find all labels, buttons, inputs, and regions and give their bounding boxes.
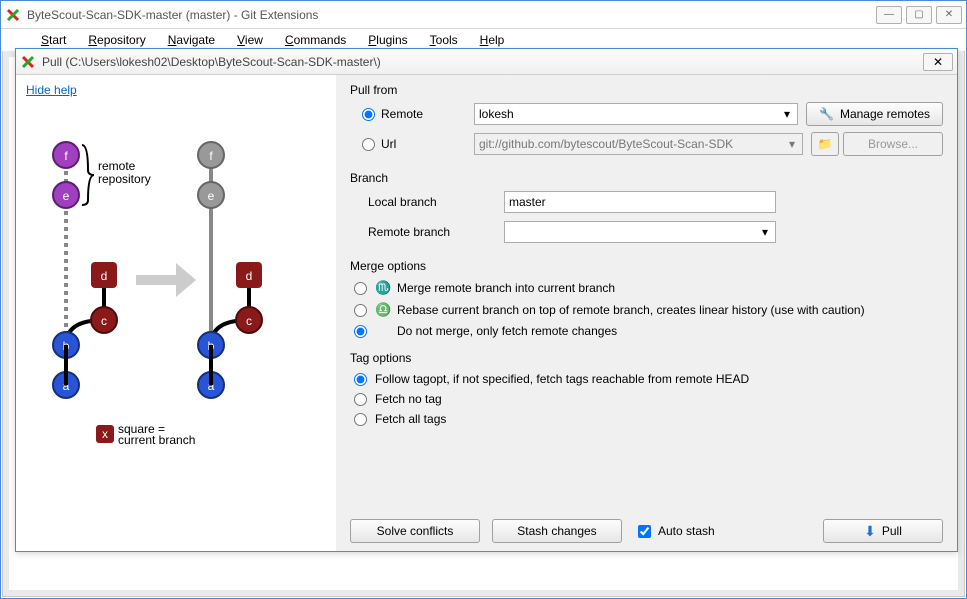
tag-option-all-label: Fetch all tags (375, 412, 446, 426)
local-branch-input[interactable]: master (504, 191, 776, 213)
dialog-bottom-row: Solve conflicts Stash changes Auto stash… (350, 509, 943, 543)
app-icon (20, 54, 36, 70)
browse-label: Browse... (868, 137, 918, 151)
svg-text:current branch: current branch (118, 433, 195, 447)
pull-arrow-icon: ⬇ (864, 523, 876, 540)
svg-text:d: d (246, 269, 253, 283)
solve-conflicts-button[interactable]: Solve conflicts (350, 519, 480, 543)
solve-conflicts-label: Solve conflicts (377, 524, 454, 538)
merge-option-merge[interactable] (354, 282, 367, 295)
branch-label: Branch (350, 171, 943, 185)
url-radio-label: Url (381, 137, 396, 151)
menu-tools[interactable]: Tools (420, 31, 468, 49)
merge-icon: ♏ (375, 280, 389, 296)
menu-help[interactable]: Help (470, 31, 515, 49)
main-window-title: ByteScout-Scan-SDK-master (master) - Git… (27, 8, 876, 22)
svg-text:e: e (208, 189, 215, 203)
url-radio[interactable] (362, 138, 375, 151)
url-combo-value: git://github.com/bytescout/ByteScout-Sca… (479, 137, 733, 151)
remote-combo[interactable]: lokesh ▾ (474, 103, 798, 125)
remote-radio-label: Remote (381, 107, 423, 121)
stash-changes-label: Stash changes (517, 524, 596, 538)
pull-from-label: Pull from (350, 83, 943, 97)
form-pane: Pull from Remote lokesh ▾ 🔧 Manage remotes… (336, 75, 957, 551)
merge-option-fetch[interactable] (354, 325, 367, 338)
menu-start[interactable]: Start (31, 31, 76, 49)
tag-option-all[interactable] (354, 413, 367, 426)
main-titlebar: ByteScout-Scan-SDK-master (master) - Git… (1, 1, 966, 29)
hide-help-link[interactable]: Hide help (16, 75, 336, 105)
svg-text:remote: remote (98, 159, 136, 173)
svg-text:x: x (102, 427, 108, 441)
dialog-title: Pull (C:\Users\lokesh02\Desktop\ByteScou… (42, 55, 923, 69)
dialog-titlebar: Pull (C:\Users\lokesh02\Desktop\ByteScou… (16, 49, 957, 75)
rebase-icon: ♎ (375, 302, 389, 318)
chevron-down-icon: ▾ (757, 224, 773, 240)
auto-stash-label: Auto stash (658, 524, 715, 538)
minimize-button[interactable]: — (876, 6, 902, 24)
menu-navigate[interactable]: Navigate (158, 31, 225, 49)
remote-branch-combo[interactable]: ▾ (504, 221, 776, 243)
tag-option-follow-label: Follow tagopt, if not specified, fetch t… (375, 372, 749, 386)
merge-option-rebase-label: Rebase current branch on top of remote b… (397, 303, 865, 317)
merge-option-fetch-label: Do not merge, only fetch remote changes (397, 324, 617, 338)
remote-radio[interactable] (362, 108, 375, 121)
window-buttons: — ▢ ✕ (876, 6, 962, 24)
remote-branch-label: Remote branch (368, 225, 450, 239)
menu-commands[interactable]: Commands (275, 31, 356, 49)
close-button[interactable]: ✕ (936, 6, 962, 24)
app-icon (5, 7, 21, 23)
help-pane: Hide help f e d c b a remote (16, 75, 336, 551)
stash-changes-button[interactable]: Stash changes (492, 519, 622, 543)
auto-stash-checkbox[interactable]: Auto stash (634, 522, 715, 541)
pull-button[interactable]: ⬇ Pull (823, 519, 943, 543)
svg-text:repository: repository (98, 172, 151, 186)
local-branch-value: master (509, 195, 546, 209)
menu-repository[interactable]: Repository (78, 31, 155, 49)
svg-text:e: e (63, 189, 70, 203)
local-branch-label: Local branch (368, 195, 437, 209)
chevron-down-icon: ▾ (779, 106, 795, 122)
folder-icon-button: 📁 (811, 132, 839, 156)
svg-text:c: c (246, 314, 252, 328)
browse-button: Browse... (843, 132, 943, 156)
menu-view[interactable]: View (227, 31, 273, 49)
merge-options-label: Merge options (350, 259, 943, 273)
manage-remotes-label: Manage remotes (840, 107, 930, 121)
menu-plugins[interactable]: Plugins (358, 31, 417, 49)
remote-combo-value: lokesh (479, 107, 514, 121)
tag-option-none[interactable] (354, 393, 367, 406)
pull-button-label: Pull (882, 524, 902, 538)
help-diagram: f e d c b a remote repository (16, 105, 336, 551)
tag-options-label: Tag options (350, 351, 943, 365)
maximize-button[interactable]: ▢ (906, 6, 932, 24)
tag-option-none-label: Fetch no tag (375, 392, 442, 406)
remotes-icon: 🔧 (819, 107, 834, 121)
dialog-close-button[interactable]: ✕ (923, 53, 953, 71)
svg-text:d: d (101, 269, 108, 283)
svg-text:c: c (101, 314, 107, 328)
pull-dialog: Pull (C:\Users\lokesh02\Desktop\ByteScou… (15, 48, 958, 552)
merge-option-merge-label: Merge remote branch into current branch (397, 281, 615, 295)
manage-remotes-button[interactable]: 🔧 Manage remotes (806, 102, 943, 126)
tag-option-follow[interactable] (354, 373, 367, 386)
merge-option-rebase[interactable] (354, 304, 367, 317)
url-combo: git://github.com/bytescout/ByteScout-Sca… (474, 133, 803, 155)
chevron-down-icon: ▾ (784, 136, 800, 152)
